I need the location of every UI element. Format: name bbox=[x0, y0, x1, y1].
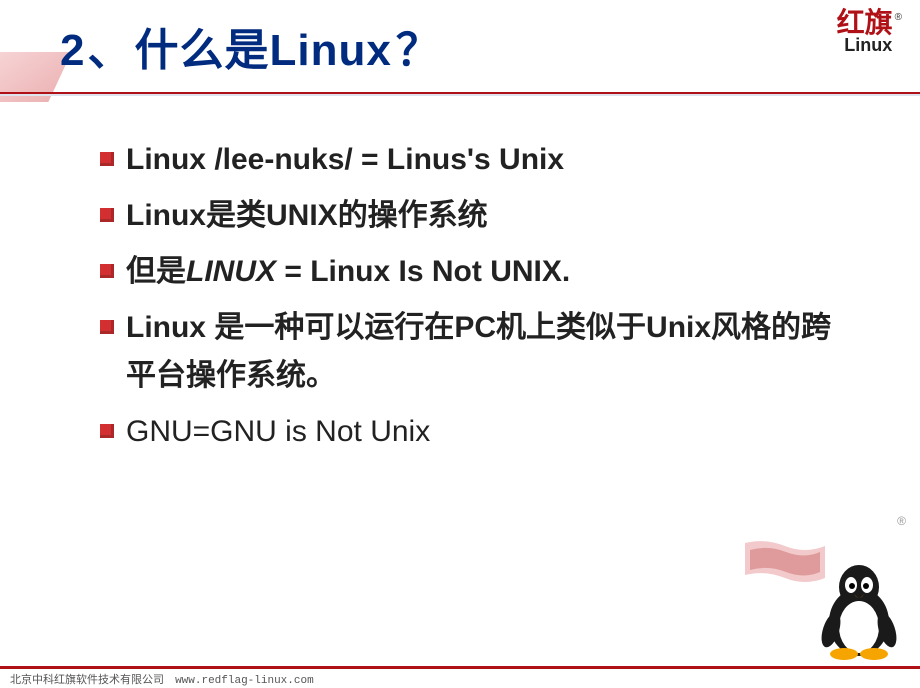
logo-registered: ® bbox=[895, 12, 902, 23]
small-registered-mark: ® bbox=[897, 514, 906, 528]
footer-company: 北京中科红旗软件技术有限公司 bbox=[10, 674, 164, 686]
bullet-2-b: 是类 bbox=[206, 199, 266, 232]
bullet-3-c: = Linux Is Not UNIX. bbox=[276, 255, 570, 288]
footer-url: www.redflag-linux.com bbox=[175, 675, 314, 687]
bullet-1: Linux /lee-nuks/ = Linus's Unix bbox=[100, 136, 850, 184]
title-en: Linux bbox=[269, 26, 391, 75]
bullet-4-b: 是一种可以运行在 bbox=[214, 311, 454, 344]
bullet-2-d: 的操作系统 bbox=[338, 199, 488, 232]
bullet-5: GNU=GNU is Not Unix bbox=[100, 408, 850, 456]
title-separator: 、 bbox=[87, 26, 132, 75]
slide-title: 2、什么是Linux？ bbox=[60, 14, 920, 78]
header-rule bbox=[0, 92, 920, 96]
title-cn: 什么是 bbox=[134, 26, 269, 75]
bullet-3: 但是LINUX = Linux Is Not UNIX. bbox=[100, 248, 850, 296]
bullet-1-text: Linux /lee-nuks/ = Linus's Unix bbox=[126, 143, 564, 176]
bullet-2-a: Linux bbox=[126, 199, 206, 232]
bullet-2: Linux是类UNIX的操作系统 bbox=[100, 192, 850, 240]
bullet-4-a: Linux bbox=[126, 311, 214, 344]
bullet-4: Linux 是一种可以运行在PC机上类似于Unix风格的跨平台操作系统。 bbox=[100, 304, 850, 400]
brand-logo: 红旗® Linux bbox=[837, 10, 900, 54]
title-question-mark: ？ bbox=[396, 26, 441, 75]
bullet-4-c: PC bbox=[454, 311, 496, 344]
title-number: 2 bbox=[60, 26, 85, 75]
bullet-4-d: 机上类似于 bbox=[496, 311, 646, 344]
logo-latin: Linux bbox=[837, 36, 900, 54]
bullet-4-e: Unix bbox=[646, 311, 711, 344]
penguin-icon bbox=[814, 552, 904, 662]
slide-footer: 北京中科红旗软件技术有限公司 www.redflag-linux.com bbox=[0, 666, 920, 688]
bullet-2-c: UNIX bbox=[266, 199, 338, 232]
bullet-3-a: 但是 bbox=[126, 255, 186, 288]
bullet-5-text: GNU=GNU is Not Unix bbox=[126, 415, 430, 448]
footer-text: 北京中科红旗软件技术有限公司 www.redflag-linux.com bbox=[0, 669, 920, 687]
slide-header: 2、什么是Linux？ 红旗® Linux bbox=[0, 0, 920, 96]
bullet-3-b: LINUX bbox=[186, 255, 276, 288]
slide-content: Linux /lee-nuks/ = Linus's Unix Linux是类U… bbox=[0, 96, 920, 456]
